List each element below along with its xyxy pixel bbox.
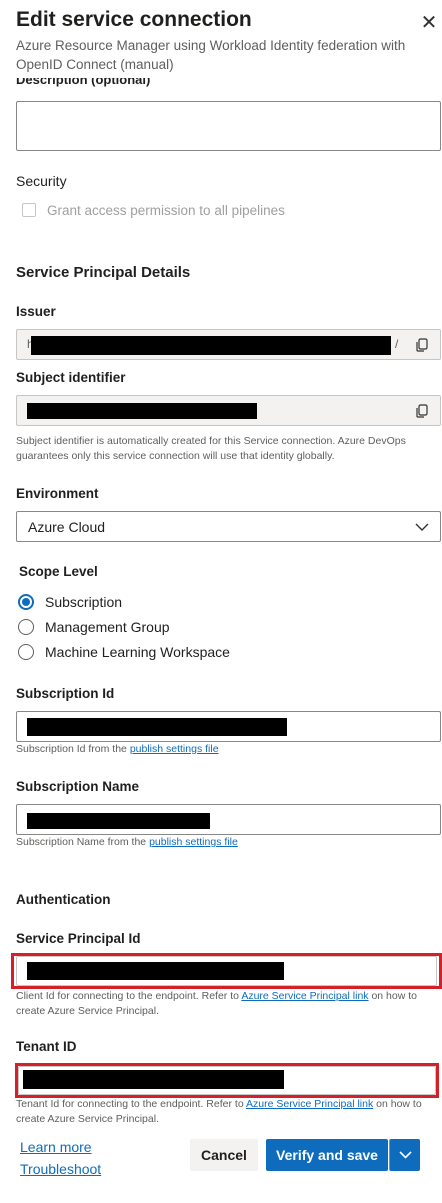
sp-details-heading: Service Principal Details (16, 264, 191, 281)
tenant-id-input[interactable] (18, 1066, 436, 1095)
description-label-text: Description (optional) (16, 78, 151, 87)
subscription-name-help-text: Subscription Name from the (16, 836, 150, 848)
subscription-id-help-text: Subscription Id from the (16, 743, 130, 755)
scope-option-subscription[interactable]: Subscription (18, 593, 318, 613)
copy-icon[interactable] (415, 338, 429, 352)
subject-help: Subject identifier is automatically crea… (16, 435, 406, 462)
environment-value: Azure Cloud (28, 519, 106, 535)
scope-option-label: Management Group (45, 619, 170, 635)
subscription-id-help: Subscription Id from the publish setting… (16, 742, 219, 757)
panel-subtitle: Azure Resource Manager using Workload Id… (16, 38, 406, 72)
close-icon[interactable]: ✕ (418, 12, 440, 34)
copy-icon[interactable] (415, 404, 429, 418)
subscription-id-label: Subscription Id (16, 686, 115, 701)
troubleshoot-link[interactable]: Troubleshoot (20, 1161, 101, 1177)
subscription-name-input[interactable] (16, 804, 441, 835)
grant-access-checkbox[interactable] (22, 203, 36, 217)
scope-label: Scope Level (19, 564, 98, 579)
subscription-name-redaction (27, 813, 210, 829)
radio-subscription[interactable] (18, 594, 34, 610)
chevron-down-icon (399, 1151, 412, 1159)
scope-option-ml-workspace[interactable]: Machine Learning Workspace (18, 643, 318, 663)
issuer-suffix: / (395, 337, 399, 351)
issuer-redaction (31, 336, 391, 355)
description-input[interactable] (16, 101, 441, 151)
radio-ml-workspace[interactable] (18, 644, 34, 660)
subscription-id-redaction (27, 718, 287, 736)
publish-settings-link[interactable]: publish settings file (130, 743, 219, 755)
chevron-down-icon (415, 523, 429, 531)
scope-option-label: Subscription (45, 594, 123, 610)
tenant-id-help: Tenant Id for connecting to the endpoint… (16, 1097, 438, 1127)
subject-redaction (27, 403, 257, 419)
subscription-name-label: Subscription Name (16, 779, 140, 794)
sp-id-redaction (27, 962, 284, 980)
sp-id-label: Service Principal Id (16, 931, 141, 946)
grant-access-label: Grant access permission to all pipelines (47, 203, 285, 218)
scope-option-label: Machine Learning Workspace (45, 644, 230, 660)
environment-dropdown[interactable]: Azure Cloud (16, 511, 441, 542)
verify-options-dropdown[interactable] (389, 1139, 420, 1171)
azure-sp-link[interactable]: Azure Service Principal link (241, 990, 368, 1002)
authentication-label: Authentication (16, 892, 111, 907)
subscription-name-help: Subscription Name from the publish setti… (16, 835, 238, 850)
sp-id-help: Client Id for connecting to the endpoint… (16, 989, 438, 1019)
verify-and-save-button[interactable]: Verify and save (266, 1139, 388, 1171)
security-label: Security (16, 173, 67, 189)
subject-label: Subject identifier (16, 370, 126, 385)
description-label: Description (optional) (16, 78, 150, 90)
radio-management-group[interactable] (18, 619, 34, 635)
environment-label: Environment (16, 486, 99, 501)
issuer-label: Issuer (16, 304, 56, 319)
scope-option-management-group[interactable]: Management Group (18, 618, 318, 638)
subscription-id-input[interactable] (16, 711, 441, 742)
tenant-id-help-prefix: Tenant Id for connecting to the endpoint… (16, 1098, 246, 1110)
tenant-id-label: Tenant ID (16, 1039, 77, 1054)
tenant-id-redaction (23, 1070, 284, 1089)
sp-id-help-prefix: Client Id for connecting to the endpoint… (16, 990, 242, 1002)
issuer-field: h / (16, 329, 441, 360)
publish-settings-link[interactable]: publish settings file (149, 836, 238, 848)
sp-id-input[interactable] (16, 956, 437, 986)
cancel-button[interactable]: Cancel (190, 1139, 258, 1171)
panel-title: Edit service connection (16, 8, 252, 31)
azure-sp-link[interactable]: Azure Service Principal link (246, 1098, 373, 1110)
subject-field (16, 395, 441, 426)
learn-more-link[interactable]: Learn more (20, 1139, 92, 1155)
